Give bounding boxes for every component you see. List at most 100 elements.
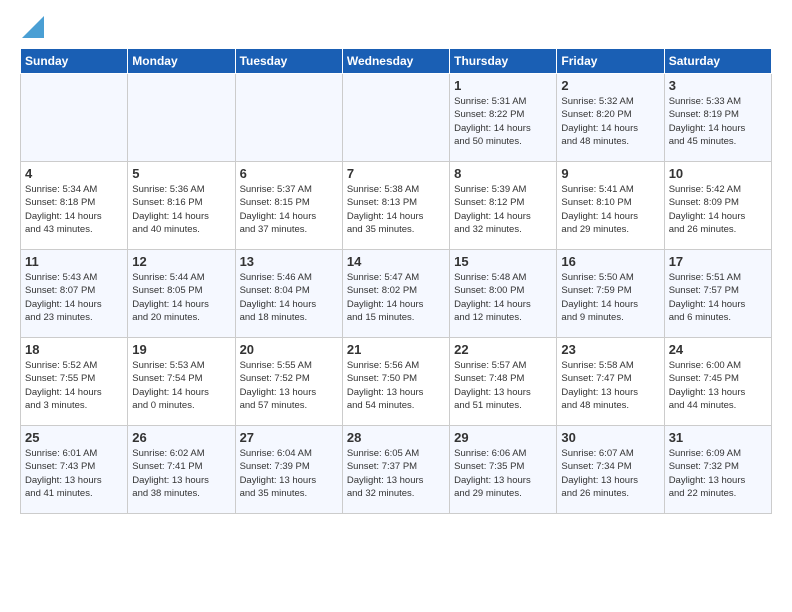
day-number: 30 (561, 430, 659, 445)
calendar-day: 25 Sunrise: 6:01 AM Sunset: 7:43 PM Dayli… (21, 426, 128, 514)
calendar-day: 7 Sunrise: 5:38 AM Sunset: 8:13 PM Daylig… (342, 162, 449, 250)
day-number: 1 (454, 78, 552, 93)
day-number: 2 (561, 78, 659, 93)
calendar-day: 29 Sunrise: 6:06 AM Sunset: 7:35 PM Dayli… (450, 426, 557, 514)
calendar-table: SundayMondayTuesdayWednesdayThursdayFrid… (20, 48, 772, 514)
calendar-day: 19 Sunrise: 5:53 AM Sunset: 7:54 PM Dayli… (128, 338, 235, 426)
day-info: Sunrise: 6:02 AM Sunset: 7:41 PM Dayligh… (132, 447, 230, 500)
calendar-day: 27 Sunrise: 6:04 AM Sunset: 7:39 PM Dayli… (235, 426, 342, 514)
calendar-day: 11 Sunrise: 5:43 AM Sunset: 8:07 PM Dayli… (21, 250, 128, 338)
day-info: Sunrise: 5:47 AM Sunset: 8:02 PM Dayligh… (347, 271, 445, 324)
day-info: Sunrise: 5:34 AM Sunset: 8:18 PM Dayligh… (25, 183, 123, 236)
calendar-day: 12Sunrise: 5:44 AM Sunset: 8:05 PM Dayli… (128, 250, 235, 338)
day-info: Sunrise: 6:00 AM Sunset: 7:45 PM Dayligh… (669, 359, 767, 412)
calendar-day: 2 Sunrise: 5:32 AM Sunset: 8:20 PM Daylig… (557, 74, 664, 162)
calendar-week-2: 4 Sunrise: 5:34 AM Sunset: 8:18 PM Daylig… (21, 162, 772, 250)
calendar-day: 24 Sunrise: 6:00 AM Sunset: 7:45 PM Dayli… (664, 338, 771, 426)
day-info: Sunrise: 5:56 AM Sunset: 7:50 PM Dayligh… (347, 359, 445, 412)
day-number: 4 (25, 166, 123, 181)
day-number: 29 (454, 430, 552, 445)
day-number: 12 (132, 254, 230, 269)
day-info: Sunrise: 5:57 AM Sunset: 7:48 PM Dayligh… (454, 359, 552, 412)
day-info: Sunrise: 5:39 AM Sunset: 8:12 PM Dayligh… (454, 183, 552, 236)
day-info: Sunrise: 6:06 AM Sunset: 7:35 PM Dayligh… (454, 447, 552, 500)
calendar-day: 10Sunrise: 5:42 AM Sunset: 8:09 PM Dayli… (664, 162, 771, 250)
day-number: 14 (347, 254, 445, 269)
day-info: Sunrise: 5:38 AM Sunset: 8:13 PM Dayligh… (347, 183, 445, 236)
day-info: Sunrise: 6:01 AM Sunset: 7:43 PM Dayligh… (25, 447, 123, 500)
day-number: 27 (240, 430, 338, 445)
day-number: 7 (347, 166, 445, 181)
weekday-header-sunday: Sunday (21, 49, 128, 74)
calendar-day: 1Sunrise: 5:31 AM Sunset: 8:22 PM Daylig… (450, 74, 557, 162)
day-info: Sunrise: 5:55 AM Sunset: 7:52 PM Dayligh… (240, 359, 338, 412)
calendar-week-1: 1Sunrise: 5:31 AM Sunset: 8:22 PM Daylig… (21, 74, 772, 162)
logo-arrow-icon (22, 16, 44, 38)
day-number: 23 (561, 342, 659, 357)
day-info: Sunrise: 5:53 AM Sunset: 7:54 PM Dayligh… (132, 359, 230, 412)
page-header (20, 20, 772, 38)
day-number: 21 (347, 342, 445, 357)
day-info: Sunrise: 6:04 AM Sunset: 7:39 PM Dayligh… (240, 447, 338, 500)
day-info: Sunrise: 5:41 AM Sunset: 8:10 PM Dayligh… (561, 183, 659, 236)
day-number: 25 (25, 430, 123, 445)
weekday-header-friday: Friday (557, 49, 664, 74)
day-number: 10 (669, 166, 767, 181)
day-number: 16 (561, 254, 659, 269)
calendar-day: 16 Sunrise: 5:50 AM Sunset: 7:59 PM Dayli… (557, 250, 664, 338)
day-number: 17 (669, 254, 767, 269)
calendar-week-5: 25 Sunrise: 6:01 AM Sunset: 7:43 PM Dayli… (21, 426, 772, 514)
day-number: 19 (132, 342, 230, 357)
day-info: Sunrise: 5:36 AM Sunset: 8:16 PM Dayligh… (132, 183, 230, 236)
calendar-day: 9 Sunrise: 5:41 AM Sunset: 8:10 PM Daylig… (557, 162, 664, 250)
calendar-day: 4 Sunrise: 5:34 AM Sunset: 8:18 PM Daylig… (21, 162, 128, 250)
day-number: 6 (240, 166, 338, 181)
day-number: 5 (132, 166, 230, 181)
day-info: Sunrise: 6:09 AM Sunset: 7:32 PM Dayligh… (669, 447, 767, 500)
calendar-day: 30 Sunrise: 6:07 AM Sunset: 7:34 PM Dayli… (557, 426, 664, 514)
day-info: Sunrise: 5:51 AM Sunset: 7:57 PM Dayligh… (669, 271, 767, 324)
day-number: 28 (347, 430, 445, 445)
day-number: 13 (240, 254, 338, 269)
day-info: Sunrise: 5:32 AM Sunset: 8:20 PM Dayligh… (561, 95, 659, 148)
day-number: 3 (669, 78, 767, 93)
calendar-day: 20 Sunrise: 5:55 AM Sunset: 7:52 PM Dayli… (235, 338, 342, 426)
calendar-day: 21 Sunrise: 5:56 AM Sunset: 7:50 PM Dayli… (342, 338, 449, 426)
calendar-header: SundayMondayTuesdayWednesdayThursdayFrid… (21, 49, 772, 74)
calendar-day: 8 Sunrise: 5:39 AM Sunset: 8:12 PM Daylig… (450, 162, 557, 250)
weekday-header-saturday: Saturday (664, 49, 771, 74)
calendar-day: 31 Sunrise: 6:09 AM Sunset: 7:32 PM Dayli… (664, 426, 771, 514)
calendar-day: 3 Sunrise: 5:33 AM Sunset: 8:19 PM Daylig… (664, 74, 771, 162)
calendar-week-3: 11 Sunrise: 5:43 AM Sunset: 8:07 PM Dayli… (21, 250, 772, 338)
day-info: Sunrise: 5:43 AM Sunset: 8:07 PM Dayligh… (25, 271, 123, 324)
day-info: Sunrise: 5:50 AM Sunset: 7:59 PM Dayligh… (561, 271, 659, 324)
calendar-day: 6 Sunrise: 5:37 AM Sunset: 8:15 PM Daylig… (235, 162, 342, 250)
calendar-week-4: 18Sunrise: 5:52 AM Sunset: 7:55 PM Dayli… (21, 338, 772, 426)
weekday-header-monday: Monday (128, 49, 235, 74)
day-info: Sunrise: 5:46 AM Sunset: 8:04 PM Dayligh… (240, 271, 338, 324)
day-info: Sunrise: 5:58 AM Sunset: 7:47 PM Dayligh… (561, 359, 659, 412)
calendar-day: 15Sunrise: 5:48 AM Sunset: 8:00 PM Dayli… (450, 250, 557, 338)
day-info: Sunrise: 5:33 AM Sunset: 8:19 PM Dayligh… (669, 95, 767, 148)
calendar-day: 18Sunrise: 5:52 AM Sunset: 7:55 PM Dayli… (21, 338, 128, 426)
day-number: 8 (454, 166, 552, 181)
day-number: 31 (669, 430, 767, 445)
day-number: 20 (240, 342, 338, 357)
day-info: Sunrise: 5:37 AM Sunset: 8:15 PM Dayligh… (240, 183, 338, 236)
day-number: 9 (561, 166, 659, 181)
day-info: Sunrise: 6:05 AM Sunset: 7:37 PM Dayligh… (347, 447, 445, 500)
logo (20, 20, 44, 38)
calendar-day: 14 Sunrise: 5:47 AM Sunset: 8:02 PM Dayli… (342, 250, 449, 338)
calendar-day: 5 Sunrise: 5:36 AM Sunset: 8:16 PM Daylig… (128, 162, 235, 250)
calendar-day (128, 74, 235, 162)
calendar-day (21, 74, 128, 162)
day-number: 24 (669, 342, 767, 357)
weekday-header-thursday: Thursday (450, 49, 557, 74)
day-number: 26 (132, 430, 230, 445)
calendar-day: 23 Sunrise: 5:58 AM Sunset: 7:47 PM Dayli… (557, 338, 664, 426)
day-info: Sunrise: 5:52 AM Sunset: 7:55 PM Dayligh… (25, 359, 123, 412)
day-number: 11 (25, 254, 123, 269)
calendar-day: 17 Sunrise: 5:51 AM Sunset: 7:57 PM Dayli… (664, 250, 771, 338)
day-info: Sunrise: 6:07 AM Sunset: 7:34 PM Dayligh… (561, 447, 659, 500)
calendar-day: 28 Sunrise: 6:05 AM Sunset: 7:37 PM Dayli… (342, 426, 449, 514)
